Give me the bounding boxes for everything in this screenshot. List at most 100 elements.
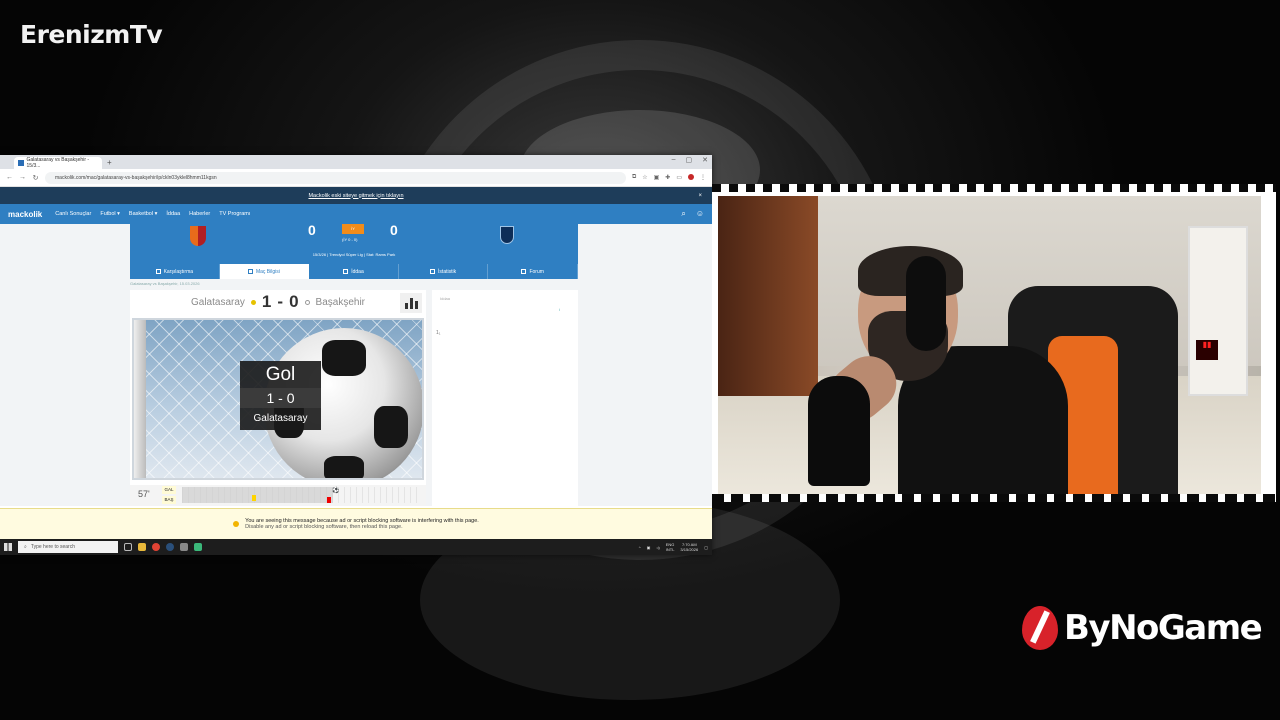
- forward-icon[interactable]: →: [19, 174, 26, 181]
- home-team-name[interactable]: Galatasaray: [191, 297, 245, 308]
- lang-secondary: INTL: [665, 547, 675, 552]
- digital-clock-icon: ▮▮: [1196, 340, 1218, 360]
- windows-taskbar: ⌕ Type here to search ^ ▣ ◃) ENG INTL 7:…: [0, 539, 712, 555]
- bar-chart-icon[interactable]: [400, 293, 422, 313]
- tab-label: Karşılaştırma: [163, 268, 194, 275]
- clock-date: 3/15/2026: [680, 547, 699, 552]
- address-bar-row: ← → ↻ mackolik.com/mac/galatasaray-vs-ba…: [0, 169, 712, 187]
- room-shelf: [1188, 226, 1248, 396]
- goal-card: Gol 1 - 0 Galatasaray: [240, 361, 321, 430]
- sidebar-label: Iddaa: [440, 296, 451, 301]
- user-icon[interactable]: ☺: [696, 209, 704, 219]
- match-page: 0 İY (İY 0 - 0) 0 15/3/26 | Trendyol Süp…: [0, 224, 712, 506]
- search-icon: ⌕: [24, 544, 27, 550]
- sidebar-mini: 1₁: [436, 330, 441, 336]
- maximize-icon[interactable]: ▢: [686, 156, 693, 164]
- red-card-icon[interactable]: [327, 497, 331, 503]
- search-icon[interactable]: ⌕: [681, 209, 685, 219]
- download-icon[interactable]: [180, 543, 188, 551]
- odds-sidebar: Iddaa i 1₁: [432, 290, 578, 506]
- goal-event-icon[interactable]: ⚽: [332, 487, 339, 494]
- translate-icon[interactable]: ⧉: [632, 174, 636, 181]
- goal-title: Gol: [265, 364, 296, 385]
- headphones-icon: [906, 256, 946, 351]
- sponsor-name: ByNoGame: [1064, 608, 1263, 648]
- away-goals: 0: [289, 292, 299, 311]
- extension-bar: ⧉ ☆ ▣ ✚ ▭ ⋮: [632, 174, 706, 181]
- timeline-progress: [182, 487, 334, 503]
- tab-iddaa[interactable]: İddaa: [309, 264, 399, 279]
- banner-close-icon[interactable]: ×: [698, 193, 702, 199]
- extension-icon[interactable]: ▣: [654, 174, 660, 181]
- mackolik-logo[interactable]: mackolik: [8, 210, 42, 219]
- nav-football[interactable]: Futbol ▾: [100, 211, 120, 217]
- minimize-icon[interactable]: –: [672, 156, 676, 164]
- new-tab-icon[interactable]: +: [107, 157, 112, 169]
- away-indicator-icon: [304, 299, 310, 305]
- file-explorer-icon[interactable]: [138, 543, 146, 551]
- frame-edge-top: [712, 184, 1276, 192]
- profile-icon[interactable]: [688, 174, 694, 180]
- bookmark-star-icon[interactable]: ☆: [642, 174, 647, 181]
- home-indicator-icon: [250, 299, 256, 305]
- site-favicon-icon: [18, 160, 24, 166]
- tab-forum[interactable]: Forum: [488, 264, 578, 279]
- tab-mac-bilgisi[interactable]: Maç Bilgisi: [219, 264, 310, 279]
- goal-team: Galatasaray: [253, 413, 308, 424]
- menu-dots-icon[interactable]: ⋮: [700, 174, 706, 181]
- taskbar-search[interactable]: ⌕ Type here to search: [18, 541, 118, 553]
- header-away-score: 0: [390, 224, 398, 238]
- old-site-link[interactable]: Mackolik eski siteye gitmek için tıklayı…: [308, 193, 403, 199]
- yellow-card-icon[interactable]: [252, 495, 256, 501]
- sidebar-icon[interactable]: ▭: [676, 174, 682, 181]
- match-info: 15/3/26 | Trendyol Süper Lig | Stat: Ram…: [312, 252, 396, 257]
- url-field[interactable]: mackolik.com/mac/galatasaray-vs-başakşeh…: [45, 171, 626, 184]
- timeline-home-abbr: GAL: [162, 486, 176, 494]
- webcam-feed: ▮▮: [718, 196, 1261, 494]
- nav-news[interactable]: Haberler: [189, 211, 210, 217]
- nav-live-scores[interactable]: Canlı Sonuçlar: [55, 211, 91, 217]
- task-view-icon[interactable]: [124, 543, 132, 551]
- windows-start-icon[interactable]: [4, 543, 12, 551]
- reload-icon[interactable]: ↻: [32, 174, 39, 182]
- tab-label: Forum: [529, 268, 544, 275]
- network-icon[interactable]: ▣: [647, 545, 651, 550]
- frame-edge-bottom: [712, 494, 1276, 502]
- tab-karsilastirma[interactable]: Karşılaştırma: [130, 264, 220, 279]
- away-team-name[interactable]: Başakşehir: [316, 297, 365, 308]
- sidebar-link[interactable]: i: [559, 307, 560, 312]
- tray-arrow-icon[interactable]: ^: [639, 545, 641, 550]
- notification-icon[interactable]: ▢: [704, 545, 708, 550]
- volume-icon[interactable]: ◃): [656, 545, 659, 550]
- tab-istatistik[interactable]: İstatistik: [399, 264, 489, 279]
- taskbar-clock[interactable]: 7:70 AM 3/15/2026: [680, 542, 698, 552]
- nav-basketball[interactable]: Basketbol ▾: [129, 211, 157, 217]
- stream-overlay: ErenizmTv Galatasaray vs Başakşehir - 15…: [0, 0, 1280, 720]
- tab-label: İstatistik: [438, 268, 457, 275]
- old-site-banner[interactable]: Mackolik eski siteye gitmek için tıklayı…: [0, 187, 712, 204]
- close-window-icon[interactable]: ✕: [702, 156, 708, 164]
- match-timeline: 57' GAL BAŞ ⚽: [130, 485, 426, 506]
- adblock-line2: Disable any ad or script blocking softwa…: [245, 524, 403, 530]
- site-navbar: mackolik Canlı Sonuçlar Futbol ▾ Basketb…: [0, 204, 712, 224]
- streaming-app-icon[interactable]: [194, 543, 202, 551]
- status-badge: İY: [342, 224, 364, 234]
- language-indicator[interactable]: ENG INTL: [666, 542, 675, 552]
- timeline-away-abbr: BAŞ: [162, 496, 176, 504]
- puzzle-icon[interactable]: ✚: [665, 174, 670, 181]
- chrome-icon[interactable]: [152, 543, 160, 551]
- match-minute: 57': [138, 489, 150, 499]
- goal-score: 1 - 0: [240, 388, 321, 408]
- tab-label: İddaa: [351, 268, 364, 275]
- scoreline: Galatasaray 1 - 0 Başakşehir: [130, 290, 426, 314]
- channel-logo: ErenizmTv: [20, 20, 163, 49]
- steam-icon[interactable]: [166, 543, 174, 551]
- nav-tv[interactable]: TV Programı: [219, 211, 250, 217]
- nav-iddaa[interactable]: İddaa: [166, 211, 180, 217]
- halftime-score: (İY 0 - 0): [342, 237, 358, 242]
- browser-tab[interactable]: Galatasaray vs Başakşehir - 15/3...: [14, 157, 102, 169]
- match-tabs: Karşılaştırma Maç Bilgisi İddaa İstatist…: [130, 264, 578, 279]
- tab-strip: Galatasaray vs Başakşehir - 15/3... + – …: [0, 155, 712, 169]
- room-door: [718, 196, 818, 396]
- back-icon[interactable]: ←: [6, 174, 13, 181]
